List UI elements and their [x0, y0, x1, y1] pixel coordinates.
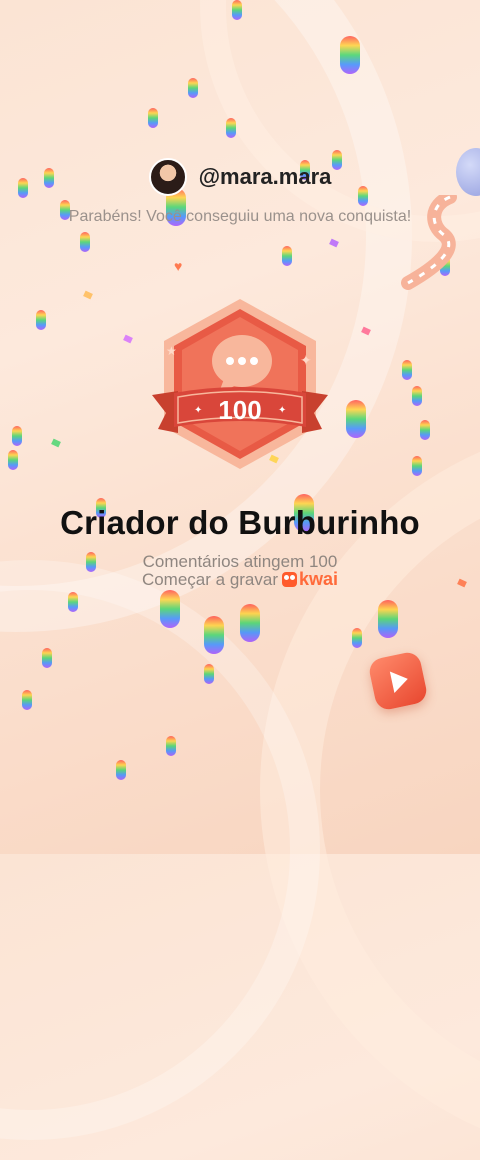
kwai-brand-text: kwai	[299, 569, 339, 589]
svg-text:✦: ✦	[278, 405, 286, 416]
user-header: @mara.mara	[0, 158, 480, 196]
svg-text:★: ★	[166, 344, 177, 358]
play-icon	[367, 650, 429, 712]
achievement-badge-icon: 100 ✦ ✦ ✦ ★	[152, 299, 328, 469]
badge-count: 100	[218, 395, 261, 425]
achievement-title: Criador do Burburinho	[60, 504, 420, 541]
avatar[interactable]	[148, 158, 187, 196]
kwai-icon	[282, 572, 298, 587]
heart-icon: ♥	[174, 258, 183, 274]
start-recording-link[interactable]: Começar a gravar kwai	[0, 569, 480, 590]
start-recording-label: Começar a gravar	[141, 569, 279, 589]
svg-text:✦: ✦	[194, 405, 202, 416]
kwai-logo: kwai	[282, 569, 338, 590]
svg-text:✦: ✦	[300, 353, 312, 369]
congrats-message: Parabéns! Você conseguiu uma nova conqui…	[68, 208, 412, 225]
username[interactable]: @mara.mara	[199, 164, 332, 190]
